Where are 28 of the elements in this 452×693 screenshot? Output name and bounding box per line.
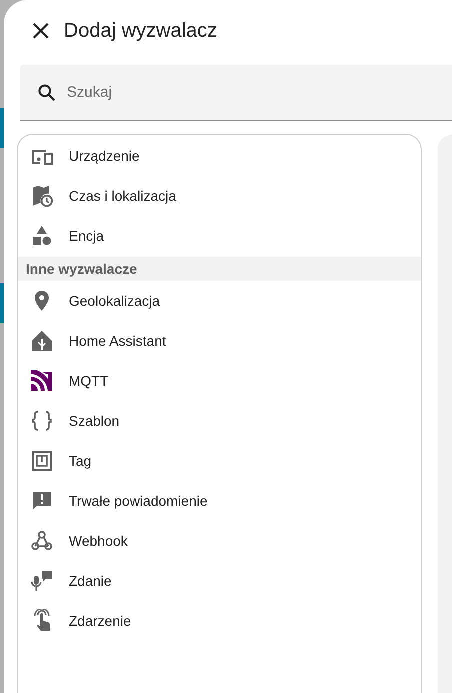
trigger-list-item[interactable]: Zdanie bbox=[18, 561, 421, 601]
tag-icon bbox=[30, 449, 54, 473]
search-icon bbox=[38, 84, 56, 102]
background-bar bbox=[0, 283, 4, 323]
trigger-list-item[interactable]: Webhook bbox=[18, 521, 421, 561]
map-clock-icon bbox=[30, 184, 54, 208]
dialog-title: Dodaj wyzwalacz bbox=[64, 19, 218, 44]
trigger-list-item[interactable]: Zdarzenie bbox=[18, 601, 421, 641]
trigger-list-item[interactable]: MQTT bbox=[18, 361, 421, 401]
trigger-list-item[interactable]: Trwałe powiadomienie bbox=[18, 481, 421, 521]
background-bar bbox=[0, 108, 4, 148]
microphone-message-icon bbox=[30, 569, 54, 593]
webhook-icon bbox=[30, 529, 54, 553]
trigger-list-item[interactable]: Szablon bbox=[18, 401, 421, 441]
trigger-list-item[interactable]: Urządzenie bbox=[18, 136, 421, 176]
close-icon bbox=[33, 23, 49, 39]
shapes-icon bbox=[30, 224, 54, 248]
signal-arcs-icon bbox=[30, 369, 54, 393]
alert-message-icon bbox=[30, 489, 54, 513]
section-header: Inne wyzwalacze bbox=[18, 257, 421, 281]
house-icon bbox=[30, 329, 54, 353]
trigger-list-item[interactable]: Home Assistant bbox=[18, 321, 421, 361]
search-field[interactable]: Szukaj bbox=[20, 65, 452, 121]
trigger-list-item[interactable]: Czas i lokalizacja bbox=[18, 176, 421, 216]
trigger-list-item[interactable]: Geolokalizacja bbox=[18, 281, 421, 321]
curly-braces-icon bbox=[30, 409, 54, 433]
trigger-list-item[interactable]: Encja bbox=[18, 216, 421, 256]
trigger-list-item[interactable]: Tag bbox=[18, 441, 421, 481]
